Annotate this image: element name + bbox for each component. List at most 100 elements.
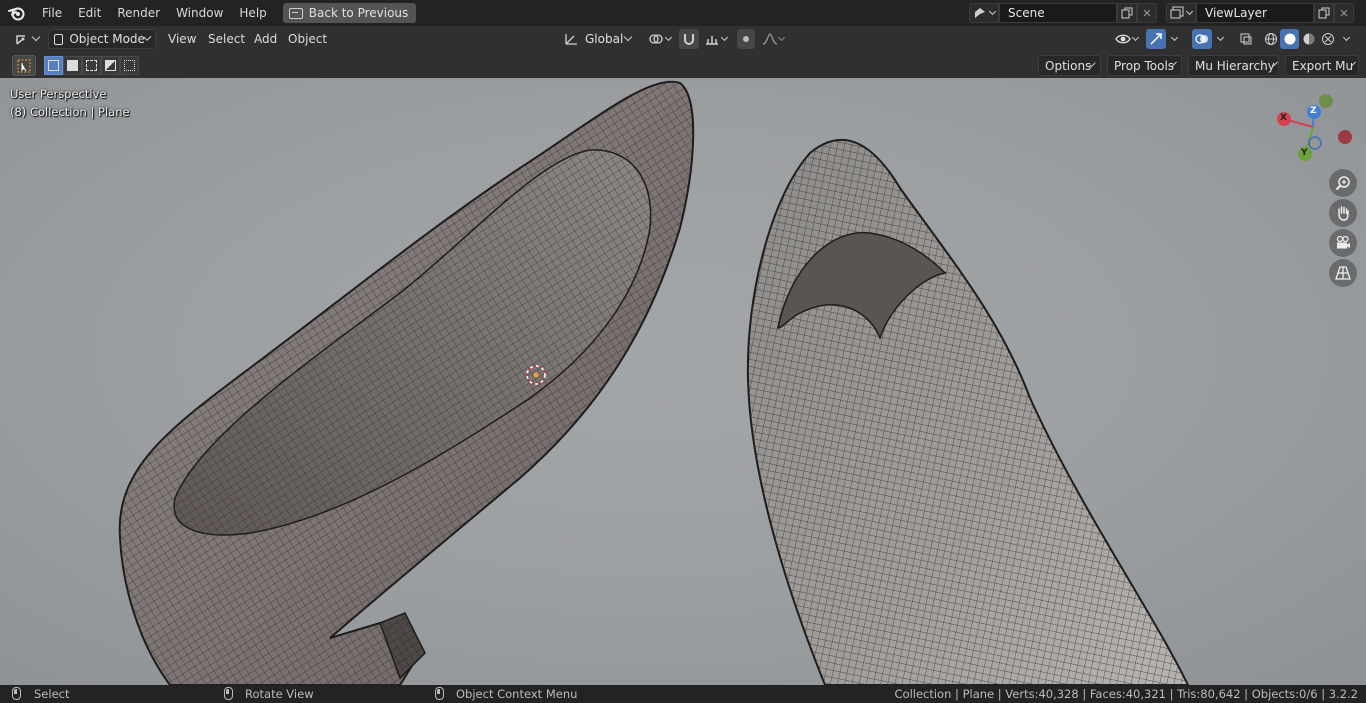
material-sphere-icon (1303, 33, 1314, 45)
back-icon (288, 7, 303, 19)
editor-type-button[interactable] (8, 29, 45, 49)
show-overlays-toggle[interactable] (1192, 29, 1212, 49)
zoom-icon (1335, 176, 1350, 191)
scene-selector: Scene ✕ (969, 3, 1157, 23)
proportional-falloff-dropdown[interactable] (758, 29, 788, 49)
menu-view[interactable]: View (168, 26, 196, 52)
gizmo-z-label: Z (1310, 106, 1317, 116)
mu-hierarchy-dropdown[interactable]: Mu Hierarchy (1188, 55, 1279, 76)
scene-statistics: Collection | Plane | Verts:40,328 | Face… (894, 687, 1359, 701)
object-mode-dropdown[interactable]: Object Mode (48, 29, 156, 49)
shading-wireframe-button[interactable] (1261, 29, 1280, 49)
blender-logo-icon[interactable] (0, 0, 34, 26)
navigation-gizmo[interactable] (1277, 94, 1352, 161)
view-layer-browse-button[interactable] (1166, 3, 1196, 23)
scene-browse-button[interactable] (969, 3, 999, 23)
view-layer-name-field[interactable]: ViewLayer (1196, 3, 1314, 23)
3d-viewport-icon (16, 35, 25, 45)
close-icon: ✕ (1142, 6, 1152, 20)
menu-object[interactable]: Object (288, 26, 327, 52)
falloff-curve-icon (762, 33, 778, 45)
shading-solid-button[interactable] (1280, 29, 1299, 49)
prop-tools-dropdown[interactable]: Prop Tools (1107, 55, 1182, 76)
delete-scene-button[interactable]: ✕ (1137, 3, 1157, 23)
left-shoe-mesh[interactable] (118, 80, 695, 685)
menu-render[interactable]: Render (109, 0, 168, 26)
zoom-button[interactable] (1329, 169, 1357, 197)
export-mu-dropdown[interactable]: Export Mu (1285, 55, 1359, 76)
right-shoe-mesh[interactable] (746, 138, 1190, 685)
delete-view-layer-button[interactable]: ✕ (1334, 3, 1354, 23)
gizmo-icon (1150, 33, 1162, 45)
menu-file[interactable]: File (34, 0, 70, 26)
options-label: Options (1045, 58, 1092, 73)
visibility-dropdown[interactable] (1110, 29, 1142, 49)
neg-y-axis-handle (1319, 94, 1333, 108)
scene-name-field[interactable]: Scene (999, 3, 1117, 23)
mode-intersect-icon (124, 60, 135, 71)
menu-help[interactable]: Help (231, 0, 274, 26)
eye-icon (1114, 34, 1131, 44)
solid-sphere-icon (1284, 33, 1295, 45)
show-gizmo-toggle[interactable] (1146, 29, 1166, 49)
menu-select[interactable]: Select (208, 26, 245, 52)
pan-button[interactable] (1329, 199, 1357, 227)
3d-viewport[interactable]: X Z Y User Perspective (8) Collection | … (0, 78, 1366, 685)
top-bar: File Edit Render Window Help Back to Pre… (0, 0, 1366, 26)
shading-dropdown[interactable] (1338, 29, 1354, 49)
mouse-middle-icon (224, 687, 233, 700)
tool-header: Options Prop Tools Mu Hierarchy Export M… (0, 52, 1366, 78)
object-mode-label: Object Mode (69, 32, 145, 46)
viewport-context-label: (8) Collection | Plane (10, 105, 130, 119)
viewport-header: Object Mode View Select Add Object Globa… (0, 26, 1366, 52)
pivot-point-dropdown[interactable] (645, 29, 673, 49)
camera-icon (1336, 235, 1350, 249)
proportional-editing-toggle[interactable] (737, 29, 755, 49)
export-mu-label: Export Mu (1292, 58, 1354, 73)
copy-icon (1121, 7, 1133, 19)
shading-material-button[interactable] (1299, 29, 1318, 49)
xray-toggle[interactable] (1236, 29, 1256, 49)
mode-extend-button[interactable] (63, 56, 82, 75)
gizmo-y-label: Y (1301, 148, 1308, 158)
rendered-sphere-icon (1321, 33, 1334, 45)
menu-add[interactable]: Add (254, 26, 277, 52)
object-mode-icon (54, 33, 64, 45)
back-to-previous-button[interactable]: Back to Previous (282, 3, 417, 23)
status-rotate-hint: Rotate View (245, 687, 314, 701)
mode-extend-icon (67, 60, 78, 71)
mode-set-button[interactable] (44, 56, 63, 75)
active-tool-button[interactable] (12, 55, 36, 76)
shading-rendered-button[interactable] (1318, 29, 1337, 49)
copy-icon (1318, 7, 1330, 19)
overlays-dropdown[interactable] (1212, 29, 1228, 49)
grid-icon (1335, 266, 1351, 280)
select-box-tool-icon (17, 59, 31, 72)
menu-window[interactable]: Window (168, 0, 231, 26)
scene-icon (975, 8, 985, 18)
magnet-icon (684, 34, 694, 45)
menu-edit[interactable]: Edit (70, 0, 109, 26)
snap-target-dropdown[interactable] (700, 29, 730, 49)
snap-toggle[interactable] (679, 29, 699, 49)
pivot-icon (648, 34, 663, 44)
xray-icon (1240, 33, 1252, 45)
new-scene-button[interactable] (1117, 3, 1137, 23)
new-view-layer-button[interactable] (1314, 3, 1334, 23)
mouse-right-icon (435, 687, 444, 700)
orientation-icon (565, 34, 577, 45)
mode-intersect-button[interactable] (120, 56, 139, 75)
toggle-ortho-button[interactable] (1329, 259, 1357, 287)
wireframe-sphere-icon (1264, 33, 1277, 45)
options-dropdown[interactable]: Options (1038, 55, 1101, 76)
camera-view-button[interactable] (1329, 229, 1357, 257)
mode-invert-button[interactable] (101, 56, 120, 75)
image-stack-icon (1170, 6, 1184, 19)
neg-x-axis-handle (1338, 130, 1352, 144)
transform-orientation-dropdown[interactable]: Global (557, 29, 637, 49)
gizmo-dropdown[interactable] (1166, 29, 1182, 49)
overlays-icon (1195, 34, 1208, 44)
status-bar: Select Rotate View Object Context Menu C… (0, 685, 1366, 703)
status-context-menu-hint: Object Context Menu (456, 687, 578, 701)
mode-subtract-button[interactable] (82, 56, 101, 75)
